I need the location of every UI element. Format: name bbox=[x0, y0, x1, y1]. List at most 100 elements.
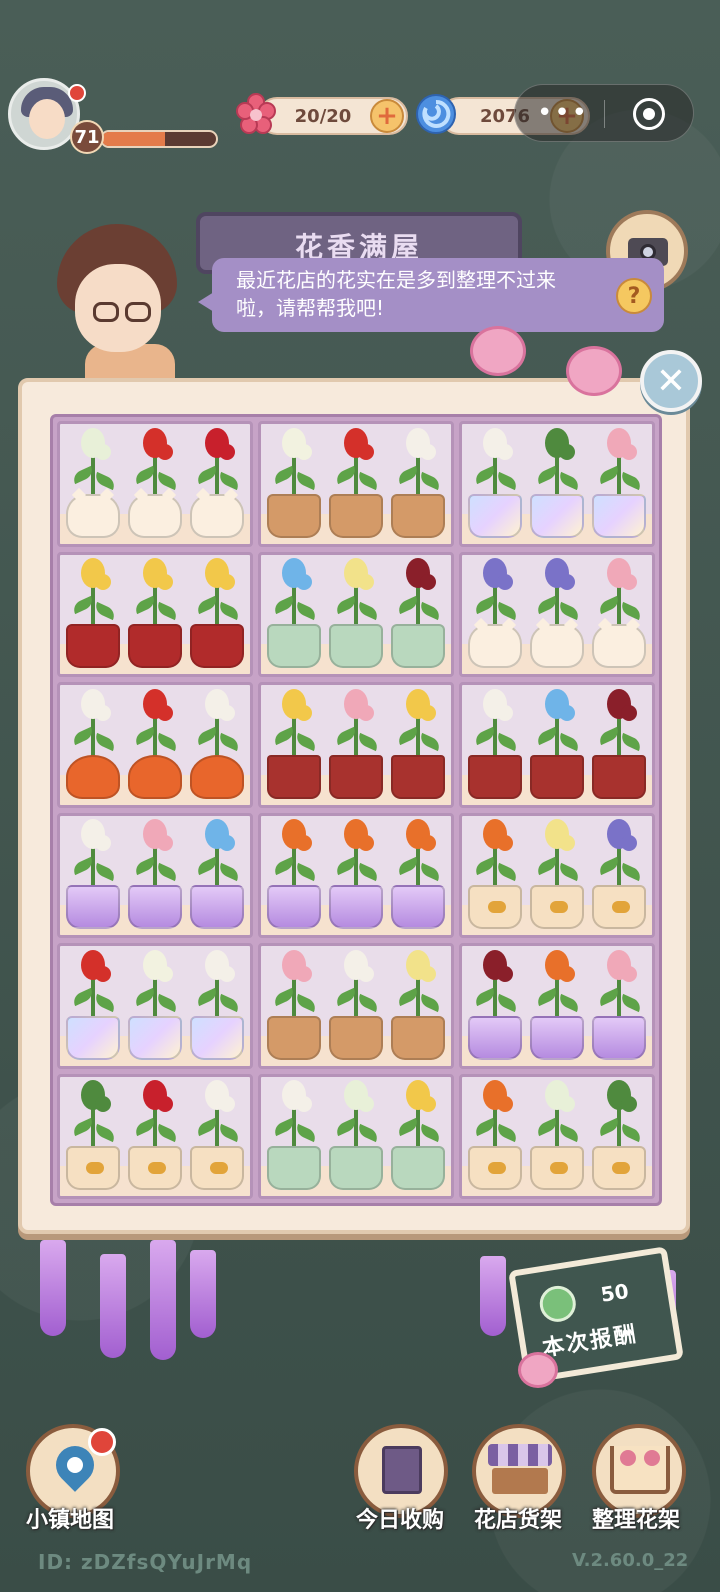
dialog-bubble: 最近花店的花实在是多到整理不过来啦，请帮帮我吧! bbox=[198, 258, 664, 332]
more-dots-icon[interactable]: ••• bbox=[537, 99, 589, 127]
potted-flower[interactable] bbox=[466, 426, 524, 538]
potted-flower[interactable] bbox=[265, 556, 323, 668]
potted-flower[interactable] bbox=[528, 556, 586, 668]
potted-flower[interactable] bbox=[327, 1078, 385, 1190]
potted-flower[interactable] bbox=[265, 687, 323, 799]
potted-flower[interactable] bbox=[188, 948, 246, 1060]
potted-flower[interactable] bbox=[64, 426, 122, 538]
stamina-value: 20/20 bbox=[294, 105, 352, 127]
potted-flower[interactable] bbox=[265, 1078, 323, 1190]
flower-rack-icon bbox=[610, 1446, 670, 1494]
potted-flower[interactable] bbox=[327, 687, 385, 799]
shelf-slot[interactable] bbox=[459, 421, 655, 547]
potted-flower[interactable] bbox=[188, 817, 246, 929]
potted-flower[interactable] bbox=[64, 817, 122, 929]
potted-flower[interactable] bbox=[126, 948, 184, 1060]
potted-flower[interactable] bbox=[590, 817, 648, 929]
potted-flower[interactable] bbox=[466, 948, 524, 1060]
potted-flower[interactable] bbox=[64, 1078, 122, 1190]
shelf-grid bbox=[50, 414, 662, 1206]
potted-flower[interactable] bbox=[126, 426, 184, 538]
dialog-text: 最近花店的花实在是多到整理不过来啦，请帮帮我吧! bbox=[236, 268, 556, 320]
shelf-slot[interactable] bbox=[459, 551, 655, 677]
shelf-slot[interactable] bbox=[57, 812, 253, 938]
xp-fill bbox=[102, 132, 165, 146]
potted-flower[interactable] bbox=[528, 426, 586, 538]
rose-decoration bbox=[518, 1352, 558, 1388]
shelf-slot[interactable] bbox=[459, 943, 655, 1069]
potted-flower[interactable] bbox=[64, 556, 122, 668]
capsule-divider bbox=[604, 100, 605, 128]
shelf-slot[interactable] bbox=[459, 1073, 655, 1199]
potted-flower[interactable] bbox=[466, 1078, 524, 1190]
potted-flower[interactable] bbox=[389, 948, 447, 1060]
shelf-slot[interactable] bbox=[459, 812, 655, 938]
shelf-slot[interactable] bbox=[258, 421, 454, 547]
potted-flower[interactable] bbox=[126, 556, 184, 668]
potted-flower[interactable] bbox=[188, 1078, 246, 1190]
potted-flower[interactable] bbox=[389, 556, 447, 668]
potted-flower[interactable] bbox=[466, 817, 524, 929]
potted-flower[interactable] bbox=[528, 1078, 586, 1190]
potted-flower[interactable] bbox=[327, 426, 385, 538]
potted-flower[interactable] bbox=[466, 687, 524, 799]
potted-flower[interactable] bbox=[389, 687, 447, 799]
potted-flower[interactable] bbox=[389, 817, 447, 929]
shelf-slot[interactable] bbox=[57, 682, 253, 808]
shelf-slot[interactable] bbox=[57, 943, 253, 1069]
potted-flower[interactable] bbox=[265, 426, 323, 538]
level-badge: 71 bbox=[70, 120, 104, 154]
help-question-icon[interactable]: ? bbox=[616, 278, 652, 314]
potted-flower[interactable] bbox=[265, 817, 323, 929]
shelf-slot[interactable] bbox=[57, 1073, 253, 1199]
wisteria-decoration bbox=[100, 1254, 126, 1358]
player-id: ID: zDZfsQYuJrMq bbox=[38, 1550, 253, 1574]
shopkeeper-character bbox=[55, 224, 195, 384]
potted-flower[interactable] bbox=[590, 556, 648, 668]
potted-flower[interactable] bbox=[327, 948, 385, 1060]
reward-value: 50 bbox=[599, 1278, 631, 1307]
shelf-slot[interactable] bbox=[258, 943, 454, 1069]
potted-flower[interactable] bbox=[64, 948, 122, 1060]
potted-flower[interactable] bbox=[528, 948, 586, 1060]
potted-flower[interactable] bbox=[188, 556, 246, 668]
potted-flower[interactable] bbox=[590, 687, 648, 799]
potted-flower[interactable] bbox=[265, 948, 323, 1060]
rack-flower bbox=[620, 1450, 636, 1466]
potted-flower[interactable] bbox=[590, 1078, 648, 1190]
potted-flower[interactable] bbox=[126, 1078, 184, 1190]
potted-flower[interactable] bbox=[188, 687, 246, 799]
shelf-slot[interactable] bbox=[258, 812, 454, 938]
potted-flower[interactable] bbox=[590, 426, 648, 538]
potted-flower[interactable] bbox=[590, 948, 648, 1060]
target-icon[interactable] bbox=[633, 98, 665, 130]
potted-flower[interactable] bbox=[528, 687, 586, 799]
potted-flower[interactable] bbox=[528, 817, 586, 929]
close-button[interactable]: ✕ bbox=[640, 350, 702, 412]
rose-decoration bbox=[470, 326, 526, 376]
rack-flower bbox=[644, 1450, 660, 1466]
daily-purchase-label: 今日收购 bbox=[356, 1508, 445, 1533]
shelf-slot[interactable] bbox=[57, 551, 253, 677]
potted-flower[interactable] bbox=[466, 556, 524, 668]
shelf-slot[interactable] bbox=[258, 1073, 454, 1199]
potted-flower[interactable] bbox=[64, 687, 122, 799]
version-label: V.2.60.0_22 bbox=[572, 1550, 689, 1571]
potted-flower[interactable] bbox=[188, 426, 246, 538]
potted-flower[interactable] bbox=[327, 556, 385, 668]
wisteria-decoration bbox=[150, 1240, 176, 1360]
add-stamina-button[interactable]: + bbox=[370, 99, 404, 133]
shelf-slot[interactable] bbox=[459, 682, 655, 808]
potted-flower[interactable] bbox=[327, 817, 385, 929]
shelf-slot[interactable] bbox=[258, 682, 454, 808]
potted-flower[interactable] bbox=[389, 426, 447, 538]
potted-flower[interactable] bbox=[126, 687, 184, 799]
shelf-slot[interactable] bbox=[57, 421, 253, 547]
potted-flower[interactable] bbox=[126, 817, 184, 929]
map-notification-dot bbox=[88, 1428, 116, 1456]
easel-board-icon bbox=[382, 1446, 422, 1494]
stall-counter bbox=[492, 1468, 548, 1494]
potted-flower[interactable] bbox=[389, 1078, 447, 1190]
wisteria-decoration bbox=[40, 1240, 66, 1336]
shelf-slot[interactable] bbox=[258, 551, 454, 677]
